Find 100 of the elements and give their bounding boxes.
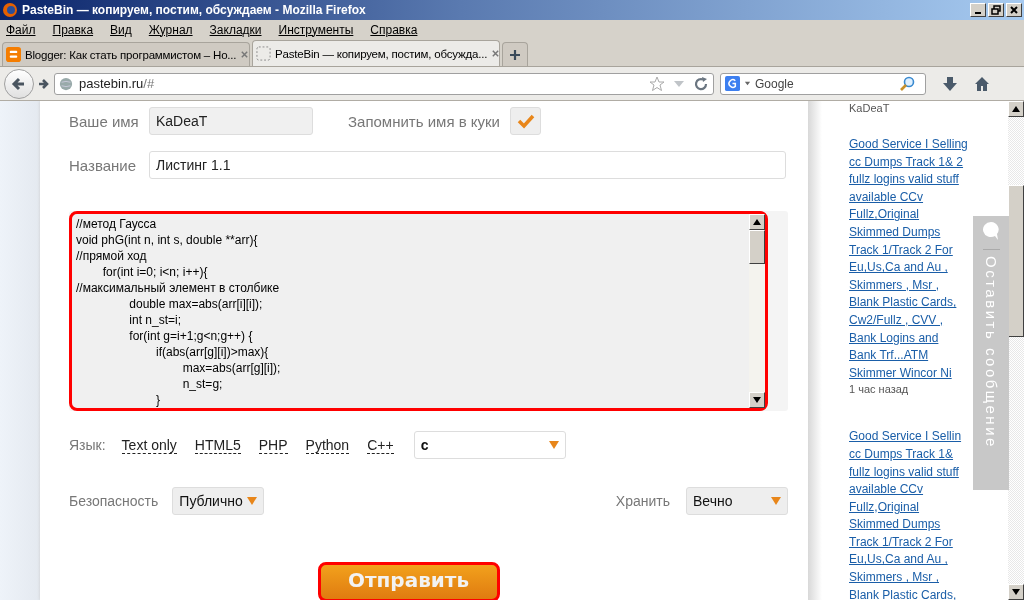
menu-item[interactable]: Правка	[52, 22, 94, 37]
scrollbar[interactable]	[749, 214, 765, 408]
title-field[interactable]: Листинг 1.1	[149, 151, 786, 179]
paste-link-line[interactable]: Track 1/Track 2 For	[849, 241, 953, 260]
paste-link-line[interactable]: Skimmers , Msr ,	[849, 569, 939, 587]
minimize-icon	[975, 12, 981, 14]
code-line: void phG(int n, int s, double **arr){	[76, 232, 259, 248]
paste-link-line[interactable]: Skimmers , Msr ,	[849, 276, 939, 295]
code-line: if(abs(arr[g][i])>max){	[155, 344, 270, 360]
code-textarea[interactable]	[69, 211, 768, 411]
paste-link-line[interactable]: cc Dumps Track 1&	[849, 445, 954, 464]
reload-icon[interactable]	[693, 75, 709, 92]
close-icon[interactable]	[240, 50, 250, 59]
plus-icon	[509, 48, 521, 61]
paste-link-line[interactable]: Good Service I Sellin	[849, 428, 962, 446]
paste-link-line[interactable]: Eu,Us,Ca and Au ,	[849, 259, 948, 277]
scroll-thumb[interactable]	[1008, 185, 1024, 337]
paste-link-line[interactable]: Skimmer Wincor Ni	[849, 364, 952, 383]
keep-select[interactable]: Вечно	[686, 487, 788, 515]
language-select[interactable]: c	[413, 431, 566, 459]
caret-icon	[771, 496, 781, 506]
minimize-button[interactable]	[970, 3, 986, 17]
remember-checkbox[interactable]	[510, 107, 541, 135]
menu-item[interactable]: Вид	[110, 22, 132, 37]
code-line: max=abs(arr[g][i]);	[181, 360, 282, 376]
paste-link-line[interactable]: Cw2/Fullz , CVV ,	[849, 311, 944, 330]
author-name: KaDeaT	[849, 102, 891, 114]
menu-item[interactable]: Журнал	[148, 22, 193, 37]
paste-link-line[interactable]: cc Dumps Track 1& 2	[849, 153, 964, 172]
remember-label: Запомнить имя в куки	[348, 112, 500, 130]
speech-bubble-icon	[981, 221, 1001, 241]
language-link[interactable]: C++	[367, 436, 394, 454]
paste-link-line[interactable]: Skimmed Dumps	[849, 516, 941, 534]
code-line: double max=abs(arr[i][i]);	[128, 296, 264, 312]
page-scrollbar[interactable]	[1008, 101, 1024, 600]
home-icon[interactable]	[974, 75, 990, 92]
name-field[interactable]: KaDeaT	[149, 107, 313, 135]
scroll-thumb[interactable]	[749, 230, 765, 264]
close-icon	[1009, 5, 1019, 15]
paste-link-line[interactable]: available CCv	[849, 481, 924, 499]
code-line: int n_st=i;	[128, 312, 183, 328]
menu-item[interactable]: Файл	[6, 22, 36, 37]
paste-link-line[interactable]: Bank Logins and	[849, 329, 939, 348]
language-link[interactable]: PHP	[258, 436, 288, 454]
forward-icon[interactable]	[38, 77, 50, 90]
back-arrow-icon	[11, 75, 27, 92]
paste-link-line[interactable]: Fullz,Original	[849, 498, 920, 517]
paste-link-line[interactable]: Blank Plastic Cards,	[849, 586, 957, 600]
back-button[interactable]	[4, 68, 34, 99]
paste-link-line[interactable]: fullz logins valid stuff	[849, 463, 959, 482]
search-field[interactable]: Google	[720, 72, 926, 95]
paste-link-line[interactable]: fullz logins valid stuff	[849, 171, 959, 189]
scroll-up-icon[interactable]	[1008, 101, 1024, 117]
menu-item[interactable]: Справка	[370, 22, 418, 37]
paste-link-line[interactable]: Fullz,Original	[849, 206, 920, 224]
code-line: }	[155, 392, 162, 408]
close-button[interactable]	[1006, 3, 1022, 17]
paste-link-line[interactable]: Bank Trf...ATM	[849, 347, 929, 365]
tab-label: PasteBin — копируем, постим, обсужда...	[275, 47, 488, 60]
tab-label: Blogger: Как стать программистом – Но...	[25, 48, 237, 61]
code-line: n_st=g;	[181, 376, 224, 392]
menu-item[interactable]: Инструменты	[278, 22, 354, 37]
security-label: Безопасность	[69, 493, 159, 509]
menu-item[interactable]: Закладки	[209, 22, 262, 37]
code-line: //прямой ход	[76, 248, 148, 264]
close-icon[interactable]	[491, 49, 501, 58]
download-icon[interactable]	[942, 75, 958, 92]
scroll-down-icon[interactable]	[1008, 584, 1024, 600]
scroll-down-icon[interactable]	[749, 392, 765, 408]
language-label: Язык:	[69, 437, 106, 453]
globe-icon	[59, 76, 73, 91]
name-label: Ваше имя	[69, 112, 140, 130]
url-text: pastebin.ru/#	[79, 76, 155, 91]
restore-icon	[991, 5, 1001, 15]
paste-link-line[interactable]: Skimmed Dumps	[849, 223, 941, 242]
caret-icon	[246, 496, 257, 506]
restore-button[interactable]	[988, 3, 1004, 17]
paste-link-line[interactable]: available CCv	[849, 188, 924, 207]
scroll-up-icon[interactable]	[749, 214, 765, 230]
search-icon[interactable]	[899, 75, 915, 92]
star-icon[interactable]	[649, 75, 665, 92]
security-select[interactable]: Публично	[172, 487, 264, 515]
paste-link-line[interactable]: Blank Plastic Cards,	[849, 294, 957, 312]
code-line: for(int i=0; i<n; i++){	[101, 264, 209, 280]
blank-page-icon	[256, 46, 271, 61]
language-link[interactable]: Text only	[121, 436, 177, 454]
browser-tab[interactable]: Blogger: Как стать программистом – Но...	[2, 42, 250, 66]
paste-link-line[interactable]: Eu,Us,Ca and Au ,	[849, 551, 948, 570]
language-link[interactable]: HTML5	[194, 436, 241, 454]
code-line: for(int g=i+1;g<n;g++) {	[128, 328, 254, 344]
paste-link-line[interactable]: Good Service I Selling	[849, 136, 968, 154]
browser-tab[interactable]: PasteBin — копируем, постим, обсужда...	[252, 40, 500, 66]
dropdown-icon[interactable]	[744, 80, 751, 87]
caret-icon	[548, 440, 559, 450]
language-link[interactable]: Python	[305, 436, 350, 454]
code-line: //метод Гаусса	[76, 216, 158, 232]
new-tab-button[interactable]	[502, 42, 528, 66]
paste-link-line[interactable]: Track 1/Track 2 For	[849, 533, 953, 552]
address-bar[interactable]: pastebin.ru/#	[54, 72, 714, 95]
window-title: PasteBin — копируем, постим, обсуждаем - Mozilla Firefox	[22, 3, 367, 17]
